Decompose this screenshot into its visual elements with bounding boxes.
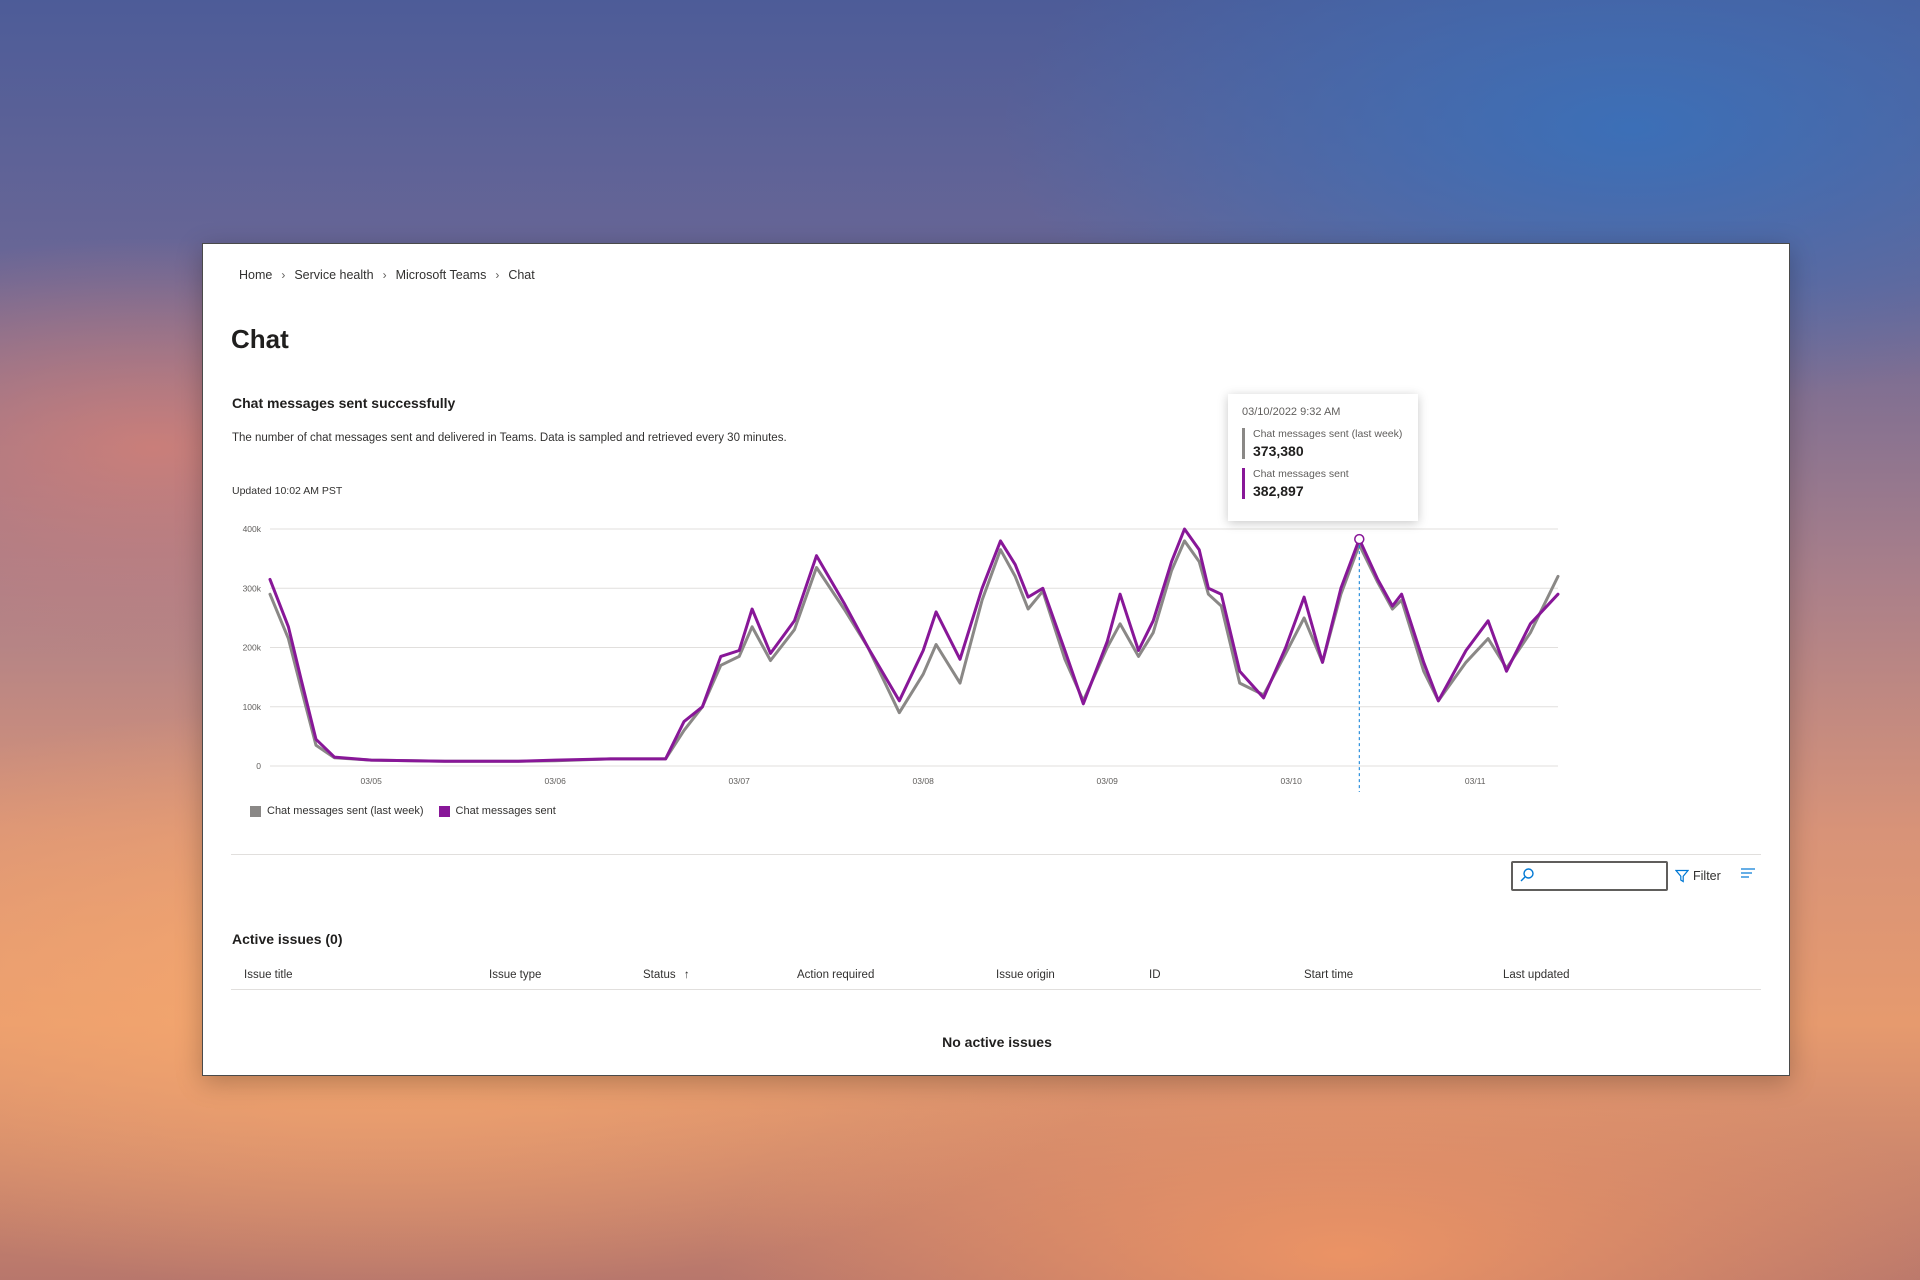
tooltip-label: Chat messages sent (last week)	[1253, 428, 1403, 440]
breadcrumb-chat: Chat	[508, 268, 535, 282]
column-action-required[interactable]: Action required	[797, 969, 874, 981]
legend-swatch-current	[438, 805, 450, 817]
filter-button[interactable]: Filter	[1675, 864, 1721, 888]
legend-label-current: Chat messages sent	[455, 805, 556, 817]
chart-tooltip: 03/10/2022 9:32 AM Chat messages sent (l…	[1228, 394, 1418, 521]
sort-button[interactable]	[1740, 866, 1756, 884]
column-id[interactable]: ID	[1149, 969, 1161, 981]
column-last-updated[interactable]: Last updated	[1503, 969, 1570, 981]
card-title: Chat messages sent successfully	[232, 395, 456, 411]
chevron-right-icon: ›	[281, 268, 286, 282]
tooltip-label: Chat messages sent	[1253, 468, 1349, 480]
column-issue-title[interactable]: Issue title	[244, 969, 293, 981]
y-tick-label: 100k	[243, 702, 262, 712]
search-input[interactable]	[1511, 861, 1668, 891]
tooltip-value: 373,380	[1253, 443, 1304, 459]
chevron-right-icon: ›	[495, 268, 500, 282]
x-tick-label: 03/11	[1465, 776, 1486, 786]
breadcrumb-home[interactable]: Home	[239, 268, 272, 282]
hover-marker	[1354, 533, 1365, 545]
legend-label-last-week: Chat messages sent (last week)	[267, 805, 424, 817]
breadcrumb-service-health[interactable]: Service health	[294, 268, 373, 282]
x-tick-label: 03/09	[1097, 776, 1119, 786]
filter-label: Filter	[1693, 869, 1721, 883]
column-issue-origin[interactable]: Issue origin	[996, 969, 1055, 981]
tooltip-value: 382,897	[1253, 483, 1304, 499]
updated-timestamp: Updated 10:02 AM PST	[232, 485, 343, 497]
x-tick-label: 03/10	[1281, 776, 1303, 786]
empty-state-text: No active issues	[942, 1034, 1052, 1050]
active-issues-title: Active issues (0)	[232, 931, 343, 947]
filter-icon	[1675, 869, 1689, 883]
series-line-current	[268, 527, 1560, 763]
column-status[interactable]: Status ↑	[643, 969, 690, 981]
line-chart[interactable]: 0 100k 200k 300k 400k 03/05 03/06 03/07 03/08 03/…	[223, 514, 1583, 794]
tooltip-bar-last-week	[1242, 428, 1245, 459]
x-tick-label: 03/06	[545, 776, 567, 786]
y-tick-label: 300k	[243, 583, 262, 593]
page-title: Chat	[231, 324, 289, 354]
y-tick-label: 0	[256, 761, 261, 771]
y-tick-label: 400k	[243, 524, 262, 534]
legend-swatch-last-week	[250, 805, 261, 817]
column-status-label: Status	[643, 969, 676, 981]
x-tick-label: 03/05	[361, 776, 383, 786]
sort-lines-icon	[1741, 868, 1755, 878]
service-health-window: Home › Service health › Microsoft Teams …	[202, 243, 1790, 1076]
tooltip-row-last-week: Chat messages sent (last week) 373,380	[1242, 428, 1404, 459]
legend-item-current[interactable]: Chat messages sent	[438, 805, 556, 817]
breadcrumb-microsoft-teams[interactable]: Microsoft Teams	[396, 268, 487, 282]
tooltip-row-current: Chat messages sent 382,897	[1242, 468, 1404, 499]
issues-table-header: Issue title Issue type Status ↑ Action r…	[231, 954, 1761, 990]
tooltip-date: 03/10/2022 9:32 AM	[1242, 406, 1341, 418]
section-divider	[231, 854, 1761, 855]
sort-ascending-icon: ↑	[683, 969, 690, 981]
search-icon	[1520, 868, 1534, 882]
column-issue-type[interactable]: Issue type	[489, 969, 541, 981]
card-description: The number of chat messages sent and del…	[232, 432, 787, 444]
chevron-right-icon: ›	[382, 268, 387, 282]
tooltip-bar-current	[1242, 468, 1245, 499]
series-line-last-week	[268, 539, 1560, 763]
breadcrumb: Home › Service health › Microsoft Teams …	[239, 268, 535, 282]
chart-legend: Chat messages sent (last week) Chat mess…	[250, 805, 571, 817]
column-start-time[interactable]: Start time	[1304, 969, 1353, 981]
legend-item-last-week[interactable]: Chat messages sent (last week)	[250, 805, 424, 817]
x-tick-label: 03/07	[729, 776, 751, 786]
y-tick-label: 200k	[243, 643, 262, 653]
x-tick-label: 03/08	[913, 776, 935, 786]
